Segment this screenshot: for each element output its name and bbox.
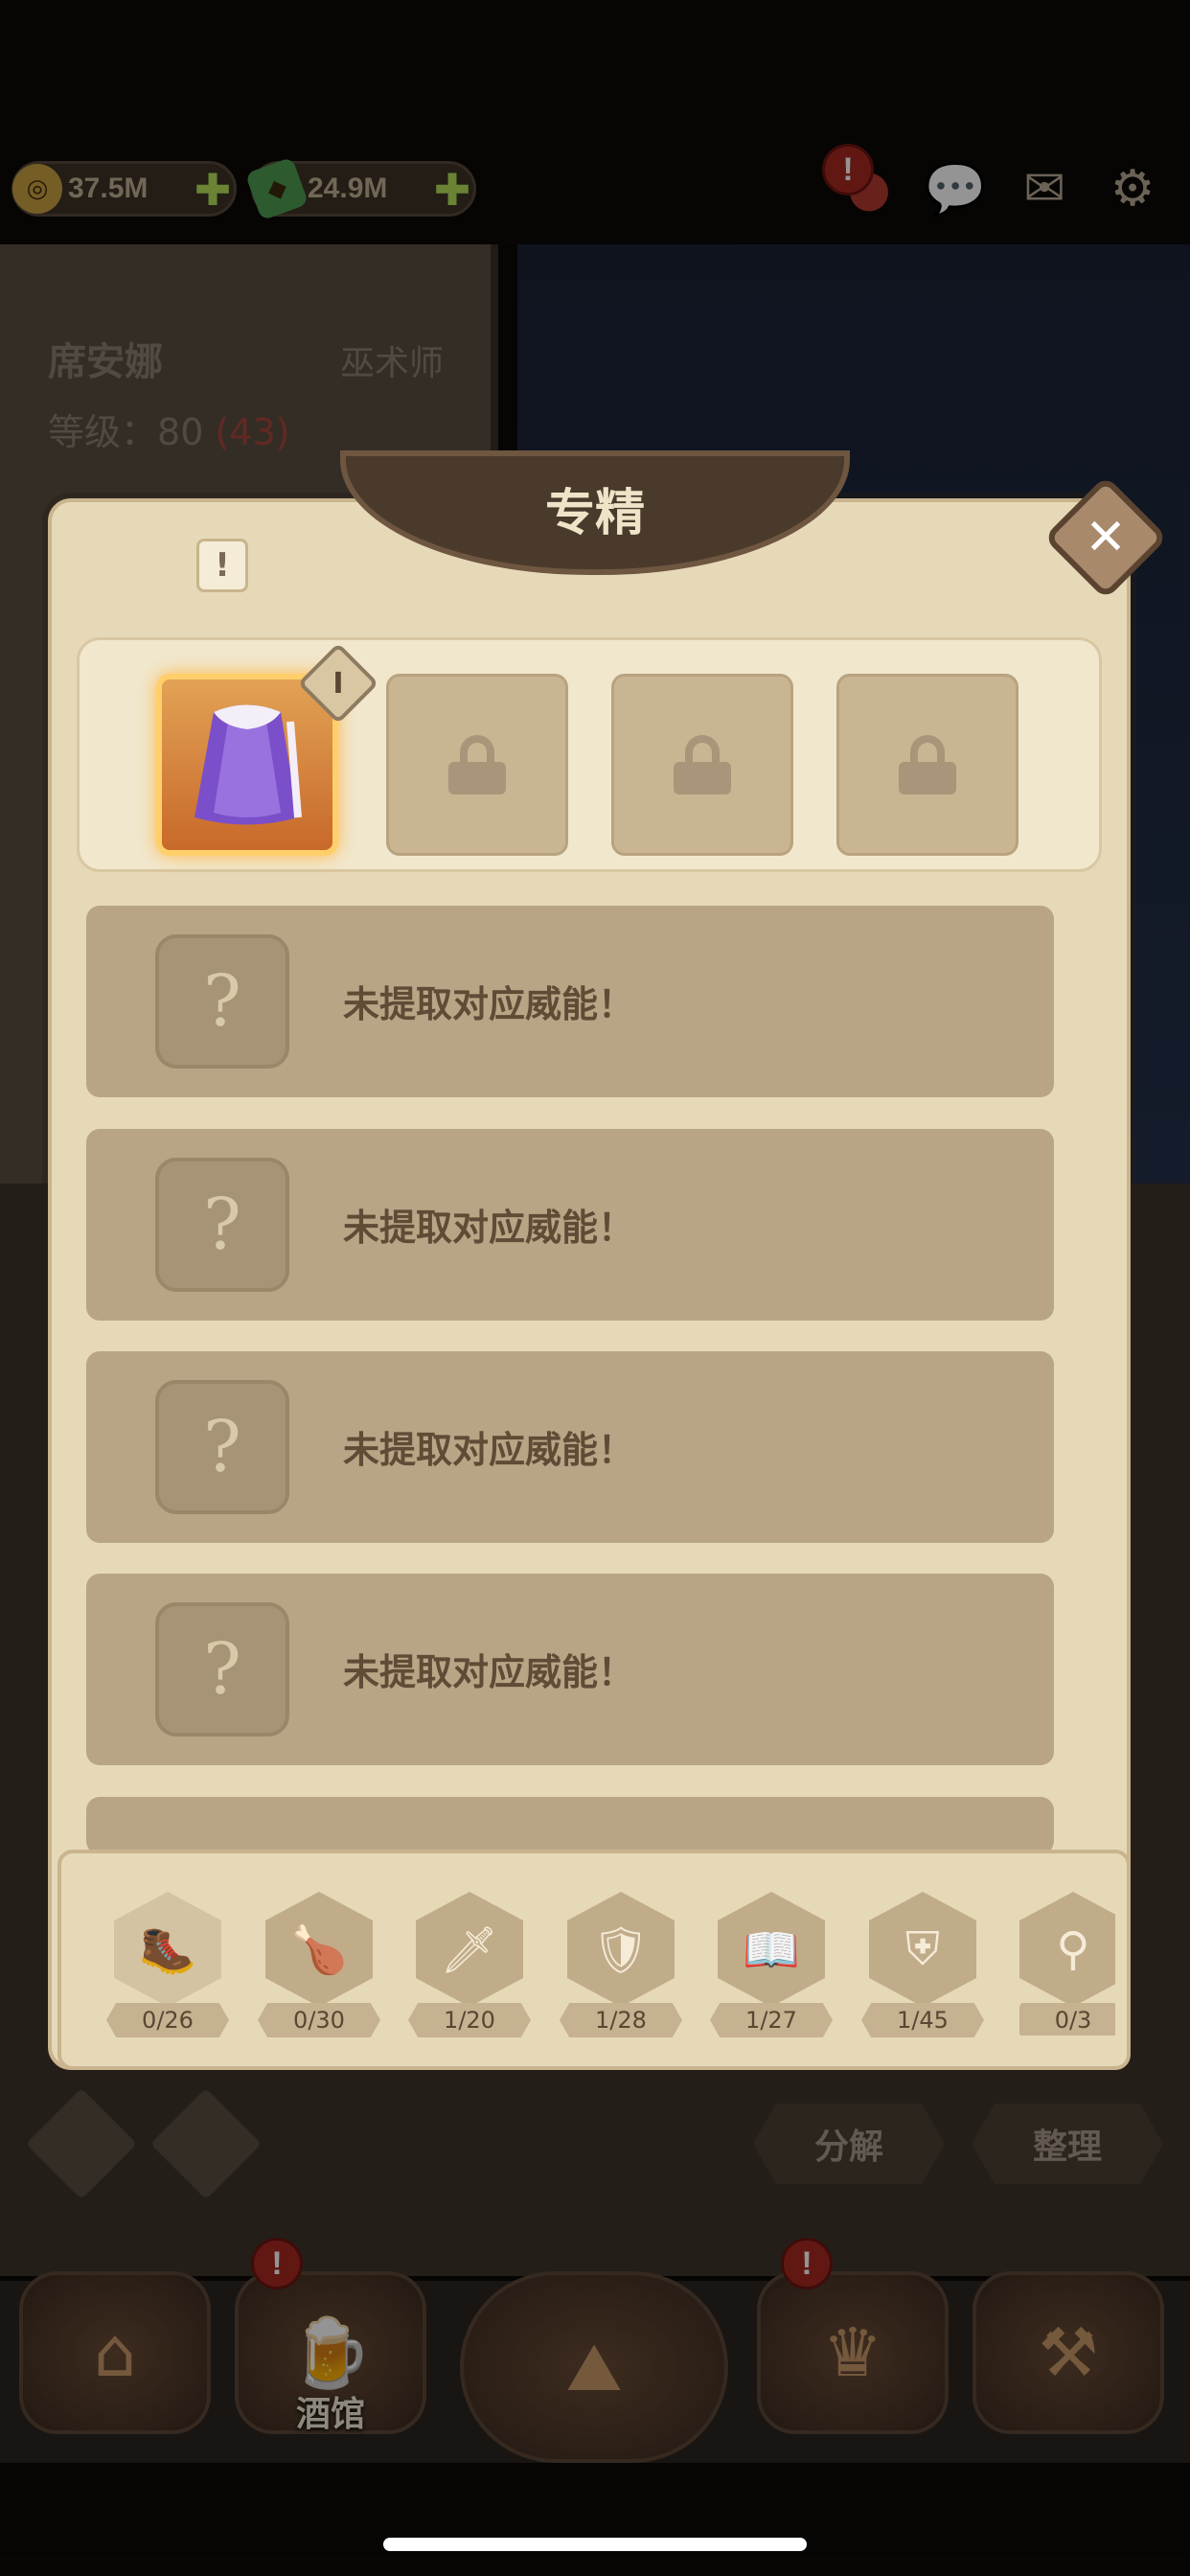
- category-book[interactable]: 📖 1/27: [710, 1892, 833, 2037]
- ability-row-text: 未提取对应威能！: [343, 983, 635, 1025]
- drumstick-icon: 🍗: [265, 1892, 373, 2007]
- sword-icon: 🗡: [416, 1892, 523, 2007]
- category-shield[interactable]: 🛡 1/28: [560, 1892, 682, 2037]
- specialization-slot-3[interactable]: [611, 674, 793, 856]
- ability-row-text: 未提取对应威能！: [343, 1207, 635, 1249]
- unknown-ability-icon: ?: [155, 934, 289, 1069]
- category-count: 1/28: [560, 2003, 682, 2037]
- purple-cloak-icon: [195, 704, 302, 825]
- info-button[interactable]: !: [196, 539, 248, 592]
- category-filter-bar: 🥾 0/26 🍗 0/30 🗡 1/20 🛡 1/28 📖 1/27 ⛨ 1/4…: [57, 1850, 1131, 2070]
- shield-icon: 🛡: [567, 1892, 675, 2007]
- category-boots[interactable]: 🥾 0/26: [106, 1892, 229, 2037]
- unknown-ability-icon: ?: [155, 1602, 289, 1736]
- category-count: 1/45: [861, 2003, 984, 2037]
- lock-icon: [899, 735, 956, 794]
- book-icon: 📖: [718, 1892, 825, 2007]
- ability-row-5-partial[interactable]: [86, 1797, 1054, 1854]
- category-ring[interactable]: ⚲ 0/3: [1019, 1892, 1115, 2036]
- category-sword[interactable]: 🗡 1/20: [408, 1892, 531, 2037]
- ability-row-3[interactable]: ? 未提取对应威能！: [86, 1351, 1054, 1543]
- category-count: 1/27: [710, 2003, 833, 2037]
- ability-row-2[interactable]: ? 未提取对应威能！: [86, 1129, 1054, 1321]
- boot-icon: 🥾: [114, 1892, 221, 2007]
- specialization-slot-4[interactable]: [836, 674, 1018, 856]
- category-count: 0/3: [1019, 2003, 1115, 2036]
- specialization-slot-row: Ⅰ: [77, 637, 1102, 872]
- category-count: 0/26: [106, 2003, 229, 2037]
- ability-row-4[interactable]: ? 未提取对应威能！: [86, 1574, 1054, 1765]
- modal-title: 专精: [544, 484, 645, 542]
- category-count: 1/20: [408, 2003, 531, 2037]
- tier-gem-icon: Ⅰ: [332, 666, 344, 701]
- lock-icon: [448, 735, 506, 794]
- specialization-slot-2[interactable]: [386, 674, 568, 856]
- unknown-ability-icon: ?: [155, 1380, 289, 1514]
- lock-icon: [674, 735, 731, 794]
- armor-icon: ⛨: [869, 1892, 976, 2007]
- category-count: 0/30: [258, 2003, 380, 2037]
- ability-row-1[interactable]: ? 未提取对应威能！: [86, 906, 1054, 1097]
- ability-row-text: 未提取对应威能！: [343, 1429, 635, 1471]
- home-indicator[interactable]: [383, 2538, 807, 2551]
- category-food[interactable]: 🍗 0/30: [258, 1892, 380, 2037]
- category-armor[interactable]: ⛨ 1/45: [861, 1892, 984, 2037]
- ring-icon: ⚲: [1019, 1892, 1115, 2007]
- ability-row-text: 未提取对应威能！: [343, 1651, 635, 1693]
- close-icon[interactable]: ✕: [1062, 494, 1150, 582]
- unknown-ability-icon: ?: [155, 1158, 289, 1292]
